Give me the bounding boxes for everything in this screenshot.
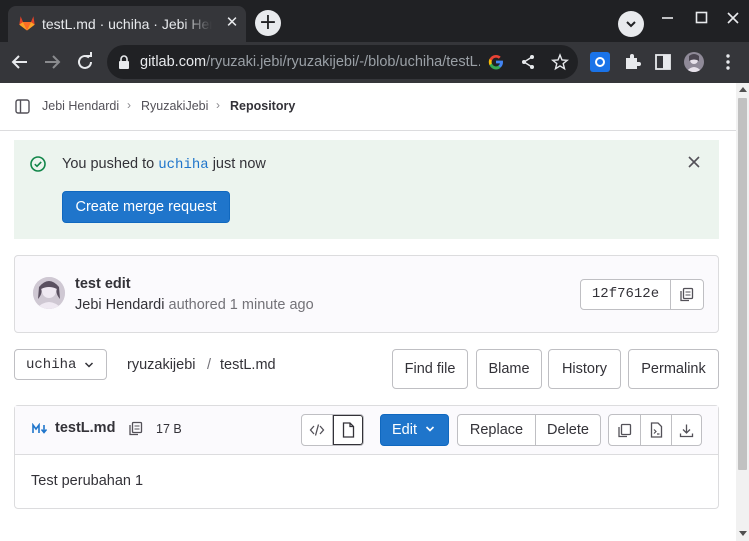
close-icon[interactable] [687,155,701,169]
reload-icon[interactable] [73,50,97,74]
url-path: /ryuzaki.jebi/ryuzakijebi/-/blob/uchiha/… [206,54,480,70]
copy-icon [618,423,632,438]
commit-info: test edit Jebi Hendardi authored 1 minut… [14,255,719,333]
commit-author[interactable]: Jebi Hendardi [75,297,164,313]
commit-time: 1 minute ago [229,297,314,313]
tab-search-button[interactable] [618,11,644,37]
avatar[interactable] [33,277,65,309]
blame-button[interactable]: Blame [476,349,542,389]
chrome-menu-icon[interactable] [718,52,738,72]
side-panel-icon[interactable] [653,52,673,72]
alert-message: You pushed to uchiha just now [62,156,266,173]
file-content: Test perubahan 1 [31,473,144,489]
commit-title[interactable]: test edit [75,276,131,292]
commit-sha-group: 12f7612e [580,279,704,310]
breadcrumb-project[interactable]: RyuzakiJebi [141,99,208,113]
browser-tab[interactable]: testL.md · uchiha · Jebi Hendardi / Ryuz… [8,6,246,42]
commit-meta: Jebi Hendardi authored 1 minute ago [75,297,314,313]
document-icon [342,422,354,438]
chevron-down-icon [84,362,94,368]
commit-action: authored [168,297,226,313]
url-text: gitlab.com/ryuzaki.jebi/ryuzakijebi/-/bl… [140,54,480,70]
profile-avatar[interactable] [684,52,704,72]
forward-arrow-icon[interactable] [40,50,64,74]
maximize-window-icon[interactable] [692,8,712,28]
view-toggle-group [301,414,364,446]
address-bar[interactable]: gitlab.com/ryuzaki.jebi/ryuzakijebi/-/bl… [107,45,578,79]
lock-icon[interactable] [117,54,131,70]
browser-tab-bar: testL.md · uchiha · Jebi Hendardi / Ryuz… [0,0,749,42]
tab-close-icon[interactable]: ✕ [224,15,240,31]
branch-name: uchiha [26,357,77,373]
path-separator: / [207,357,212,373]
breadcrumb-separator: › [216,98,220,112]
breadcrumb: Jebi Hendardi › RyuzakiJebi › Repository [0,83,736,131]
bookmark-star-icon[interactable] [551,53,569,71]
push-alert: You pushed to uchiha just now [14,140,719,239]
branch-selector[interactable]: uchiha [14,349,107,380]
edit-label: Edit [392,422,417,438]
find-file-button[interactable]: Find file [392,349,468,389]
browser-toolbar: gitlab.com/ryuzaki.jebi/ryuzakijebi/-/bl… [0,42,749,83]
display-rendered-button[interactable] [332,415,363,445]
file-raw-icon [650,422,662,438]
breadcrumb-separator: › [127,98,131,112]
chevron-down-icon [626,21,636,28]
display-source-button[interactable] [302,415,332,445]
copy-contents-button[interactable] [609,415,640,445]
page-scrollbar[interactable] [736,83,749,541]
code-icon [309,424,325,436]
minimize-window-icon[interactable] [658,8,678,28]
file-name: testL.md [55,420,116,436]
file-size: 17 B [156,422,182,436]
copy-file-path-icon[interactable] [128,421,143,436]
scroll-up-arrow-icon[interactable] [739,87,747,92]
breadcrumb-current[interactable]: Repository [230,99,295,113]
chevron-down-icon [425,426,435,432]
alert-branch: uchiha [158,157,209,173]
breadcrumb-user[interactable]: Jebi Hendardi [42,99,119,113]
share-icon[interactable] [519,53,537,71]
file-actions-group [608,414,702,446]
path-file: testL.md [220,357,276,373]
create-merge-request-button[interactable]: Create merge request [62,191,230,223]
edit-dropdown-button[interactable]: Edit [380,414,449,446]
gitlab-logo-icon [19,16,35,31]
markdown-file-icon [32,423,48,434]
delete-button[interactable]: Delete [535,415,600,445]
path-project-link[interactable]: ryuzakijebi [127,357,196,373]
extensions-puzzle-icon[interactable] [622,52,642,72]
scroll-down-arrow-icon[interactable] [739,531,747,536]
sidebar-toggle-icon[interactable] [15,99,30,114]
alert-prefix: You pushed to [62,156,155,172]
history-button[interactable]: History [548,349,621,389]
new-tab-plus-icon[interactable]: + [255,10,281,36]
tab-title: testL.md · uchiha · Jebi Hendardi / Ryuz… [42,16,212,32]
copy-icon[interactable] [679,287,694,302]
check-circle-icon [30,156,46,172]
open-raw-button[interactable] [640,415,671,445]
extension-blue-gear-icon[interactable] [590,52,610,72]
alert-suffix: just now [212,156,266,172]
permalink-button[interactable]: Permalink [628,349,719,389]
replace-button[interactable]: Replace [458,415,535,445]
file-viewer: testL.md 17 B Edit Replace Delete Test p… [14,405,719,509]
gitlab-page: Jebi Hendardi › RyuzakiJebi › Repository… [0,83,736,541]
commit-sha[interactable]: 12f7612e [581,280,671,309]
download-button[interactable] [671,415,701,445]
close-window-icon[interactable] [723,8,743,28]
download-icon [679,424,694,438]
file-header: testL.md 17 B Edit Replace Delete [15,406,718,455]
back-arrow-icon[interactable] [8,50,32,74]
scrollbar-thumb[interactable] [738,98,747,470]
replace-delete-group: Replace Delete [457,414,601,446]
url-host: gitlab.com [140,54,207,70]
google-icon[interactable] [487,53,505,71]
